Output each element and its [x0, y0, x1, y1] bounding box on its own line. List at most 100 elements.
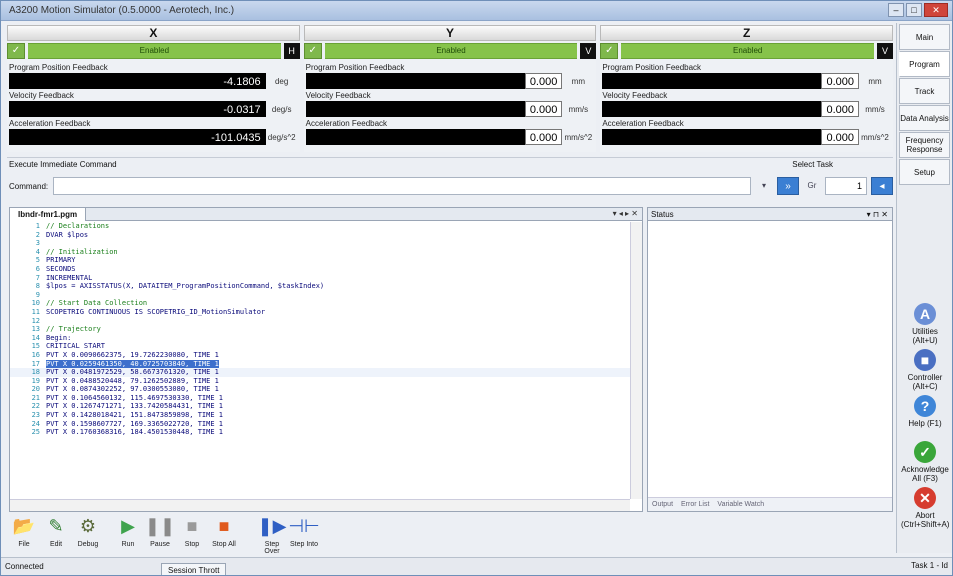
side-action-2[interactable]: ? Help (F1) — [901, 395, 949, 428]
toolbar-file-button[interactable]: 📂 File — [9, 515, 39, 548]
feedback-value: 0.000 — [821, 73, 860, 89]
command-input[interactable] — [53, 177, 751, 195]
feedback-vel: Velocity Feedback 0.000 mm/s — [602, 91, 891, 121]
code-line[interactable]: 12 — [10, 317, 630, 326]
code-line[interactable]: 21 PVT X 0.1064560132, 115.4697530330, TI… — [10, 394, 630, 403]
close-button[interactable]: ✕ — [924, 3, 948, 17]
line-number: 11 — [31, 307, 40, 316]
status-tab[interactable]: Variable Watch — [717, 498, 764, 511]
editor-vertical-scrollbar[interactable] — [630, 222, 642, 499]
side-action-icon: ✓ — [914, 441, 936, 463]
code-line[interactable]: 7 INCREMENTAL — [10, 274, 630, 283]
feedback-row: -0.0317 deg/s — [9, 101, 298, 117]
code-line[interactable]: 22 PVT X 0.1267471271, 133.7420584431, TI… — [10, 402, 630, 411]
minimize-button[interactable]: – — [888, 3, 904, 17]
line-text: DVAR $lpos — [46, 230, 89, 239]
title-bar[interactable]: A3200 Motion Simulator (0.5.0000 - Aerot… — [1, 1, 952, 21]
toolbar-edit-button[interactable]: ✎ Edit — [41, 515, 71, 548]
toolbar-step-into-button[interactable]: ⊣⊢ Step Into — [288, 515, 320, 548]
axis-unit-button[interactable]: V — [580, 43, 597, 59]
enable-checkbox[interactable]: ✓ — [7, 43, 25, 59]
feedback-acc: Acceleration Feedback 0.000 mm/s^2 — [305, 119, 595, 149]
toolbar-icon: ⊣⊢ — [288, 516, 320, 536]
code-line[interactable]: 2 DVAR $lpos — [10, 231, 630, 240]
side-action-label: Abort (Ctrl+Shift+A) — [901, 511, 950, 529]
status-controls[interactable]: ▾ ⊓ ✕ — [867, 208, 888, 221]
side-action-3[interactable]: ✓ Acknowledge All (F3) — [901, 441, 949, 483]
line-number: 22 — [31, 402, 40, 411]
task-status[interactable]: Task 1 - Id — [911, 561, 948, 570]
line-number: 18 — [31, 368, 40, 377]
feedback-row: -4.1806 deg — [9, 73, 298, 89]
line-number: 14 — [31, 333, 40, 342]
code-line[interactable]: 3 — [10, 239, 630, 248]
enable-checkbox[interactable]: ✓ — [303, 43, 322, 59]
tab-setup[interactable]: Setup — [899, 159, 950, 185]
enable-checkbox[interactable]: ✓ — [600, 43, 619, 59]
toolbar-stop-all-button[interactable]: ■ Stop All — [209, 515, 239, 548]
toolbar-icon: ❚▶ — [257, 516, 287, 536]
code-line[interactable]: 10 // Start Data Collection — [10, 299, 630, 308]
axis-state[interactable]: Enabled — [28, 43, 281, 59]
feedback-row: -101.0435 deg/s^2 — [9, 129, 298, 145]
code-line[interactable]: 8 $lpos = AXISSTATUS(X, DATAITEM_ProgramP… — [10, 282, 630, 291]
tab-track[interactable]: Track — [899, 78, 950, 104]
code-line[interactable]: 4 // Initialization — [10, 248, 630, 257]
editor-tab[interactable]: Ibndr-fmr1.pgm — [10, 208, 87, 221]
code-line[interactable]: 9 — [10, 291, 630, 300]
code-line[interactable]: 13 // Trajectory — [10, 325, 630, 334]
status-tab[interactable]: Error List — [681, 498, 709, 511]
command-dropdown-icon[interactable]: ▾ — [755, 177, 773, 195]
code-line[interactable]: 15 CRITICAL START — [10, 342, 630, 351]
feedback-display: 0.000 — [602, 73, 860, 89]
side-action-label: Controller (Alt+C) — [907, 373, 943, 391]
side-action-4[interactable]: ✕ Abort (Ctrl+Shift+A) — [901, 487, 949, 529]
code-line[interactable]: 1 // Declarations — [10, 222, 630, 231]
code-line[interactable]: 18 PVT X 0.0481972529, 58.6673761320, TIM… — [10, 368, 630, 377]
line-number: 1 — [35, 222, 40, 230]
execute-command-button[interactable]: » — [777, 177, 799, 195]
code-area[interactable]: 1 // Declarations 2 DVAR $lpos 3 4 // Initiali… — [10, 222, 630, 499]
code-line[interactable]: 17 PVT X 0.0259461350, 40.0725703840, TIM… — [10, 359, 630, 369]
side-action-1[interactable]: ■ Controller (Alt+C) — [901, 349, 949, 391]
toolbar-debug-button[interactable]: ⚙ Debug — [73, 515, 103, 548]
toolbar-step-over-button[interactable]: ❚▶ Step Over — [257, 515, 287, 555]
code-line[interactable]: 5 PRIMARY — [10, 256, 630, 265]
code-line[interactable]: 20 PVT X 0.0874302252, 97.0300553080, TIM… — [10, 385, 630, 394]
editor-header: Ibndr-fmr1.pgm ▾ ◂ ▸ ✕ — [10, 208, 642, 221]
axis-state[interactable]: Enabled — [324, 43, 578, 59]
editor-horizontal-scrollbar[interactable] — [10, 499, 630, 511]
axis-state[interactable]: Enabled — [621, 43, 875, 59]
axis-panel-y: Y ✓ Enabled V Program Position Feedback 0.000… — [303, 25, 597, 152]
axis-unit-button[interactable]: H — [283, 43, 300, 59]
code-line[interactable]: 14 Begin: — [10, 334, 630, 343]
session-tab[interactable]: Session Thrott — [161, 563, 227, 575]
task-prev-button[interactable]: Gr — [803, 177, 821, 195]
task-go-button[interactable]: ◂ — [871, 177, 893, 195]
tab-frequency-response[interactable]: Frequency Response — [899, 132, 950, 158]
toolbar-stop-button[interactable]: ■ Stop — [177, 515, 207, 548]
code-line[interactable]: 25 PVT X 0.1760368316, 184.4501530448, TI… — [10, 428, 630, 437]
line-text: PRIMARY — [46, 256, 76, 265]
editor-controls[interactable]: ▾ ◂ ▸ ✕ — [613, 209, 638, 218]
toolbar-run-button[interactable]: ▶ Run — [113, 515, 143, 548]
code-line[interactable]: 11 SCOPETRIG CONTINUOUS IS SCOPETRIG_ID_M… — [10, 308, 630, 317]
side-action-0[interactable]: A Utilities (Alt+U) — [901, 303, 949, 345]
code-line[interactable]: 16 PVT X 0.0090662375, 19.7262230080, TIM… — [10, 351, 630, 360]
code-line[interactable]: 19 PVT X 0.0488520448, 79.1262502889, TIM… — [10, 377, 630, 386]
status-tab[interactable]: Output — [652, 498, 673, 511]
feedback-value: 0.000 — [524, 73, 563, 89]
toolbar-pause-button[interactable]: ❚❚ Pause — [145, 515, 175, 548]
tab-program[interactable]: Program — [899, 51, 950, 77]
line-text: // Declarations — [46, 222, 110, 230]
axis-unit-button[interactable]: V — [877, 43, 894, 59]
code-line[interactable]: 6 SECONDS — [10, 265, 630, 274]
task-input[interactable] — [825, 177, 867, 195]
command-panel: Execute Immediate Command Select Task Co… — [7, 157, 893, 201]
side-action-icon: ■ — [914, 349, 936, 371]
code-line[interactable]: 23 PVT X 0.1428018421, 151.8473859898, TI… — [10, 411, 630, 420]
tab-data-analysis[interactable]: Data Analysis — [899, 105, 950, 131]
tab-main[interactable]: Main — [899, 24, 950, 50]
maximize-button[interactable]: □ — [906, 3, 922, 17]
code-line[interactable]: 24 PVT X 0.1598607727, 169.3365022720, TI… — [10, 420, 630, 429]
